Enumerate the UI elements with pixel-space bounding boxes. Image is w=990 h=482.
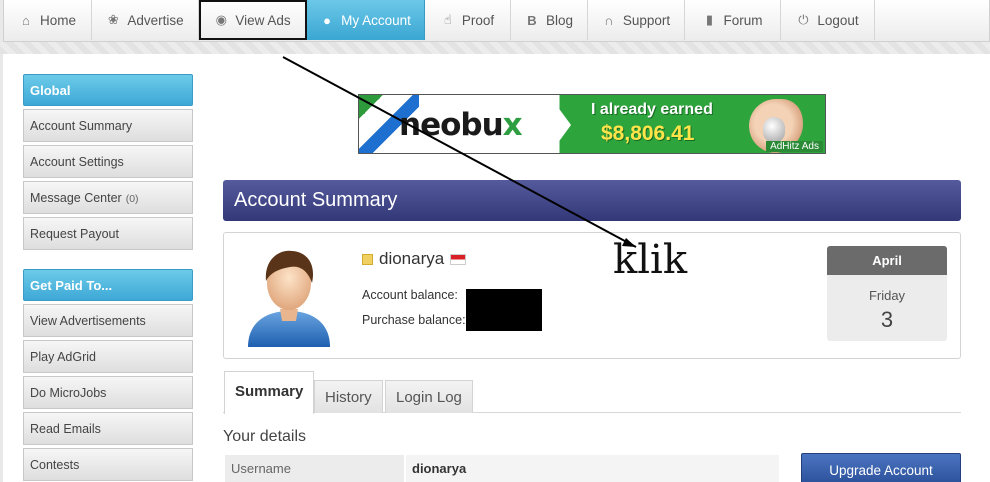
sidebar-item-label: Do MicroJobs [30, 386, 107, 400]
nav-forum-label: Forum [723, 12, 763, 28]
message-count: (0) [125, 193, 139, 205]
speech-bubble-icon: ▮ [705, 12, 714, 27]
calendar-month: April [827, 246, 947, 275]
sidebar-item-label: Play AdGrid [30, 350, 97, 364]
eye-icon: ◉ [215, 12, 228, 27]
mouse-icon [763, 117, 785, 143]
sidebar-item-view-advertisements[interactable]: View Advertisements [23, 304, 193, 337]
nav-support-label: Support [622, 12, 671, 28]
upgrade-account-button[interactable]: Upgrade Account [801, 453, 961, 482]
sidebar-item-account-summary[interactable]: Account Summary [23, 109, 193, 142]
nav-logout-label: Logout [817, 12, 859, 28]
nav-forum[interactable]: ▮ Forum [685, 0, 781, 40]
sidebar-item-read-emails[interactable]: Read Emails [23, 412, 193, 445]
sidebar-heading-get-paid-to: Get Paid To... [23, 269, 193, 301]
membership-badge-icon [362, 253, 373, 265]
nav-home-label: Home [39, 12, 76, 28]
nav-view-ads[interactable]: ◉ View Ads [199, 0, 307, 40]
user-icon: ● [323, 12, 332, 28]
details-heading: Your details [223, 428, 307, 445]
purchase-balance-label: Purchase balance: [362, 313, 466, 327]
banner-ad[interactable]: neobux I already earned $8,806.41 AdHitz… [358, 94, 826, 154]
tab-login-log[interactable]: Login Log [385, 380, 473, 413]
tab-history[interactable]: History [314, 380, 383, 413]
sidebar-item-label: Contests [30, 458, 80, 472]
avatar [248, 250, 330, 347]
nav-my-account-label: My Account [341, 12, 411, 28]
banner-chevron [549, 95, 571, 153]
sidebar-item-label: View Advertisements [30, 314, 146, 328]
sidebar-item-label: Account Summary [30, 119, 133, 133]
banner-amount: $8,806.41 [601, 122, 695, 145]
annotation-text: klik [613, 237, 688, 283]
username-label: Username [225, 455, 404, 482]
nav-proof-label: Proof [461, 12, 495, 28]
date-calendar: April Friday 3 [827, 246, 947, 341]
nav-proof[interactable]: ☝ Proof [425, 0, 511, 40]
pattern-divider [0, 42, 990, 54]
sidebar-item-request-payout[interactable]: Request Payout [23, 217, 193, 250]
home-icon: ⌂ [22, 12, 30, 28]
banner-earned-text: I already earned [591, 101, 713, 118]
nav-blog[interactable]: B Blog [511, 0, 588, 40]
sidebar-item-do-microjobs[interactable]: Do MicroJobs [23, 376, 193, 409]
sidebar-item-account-settings[interactable]: Account Settings [23, 145, 193, 178]
sidebar-item-label: Read Emails [30, 422, 101, 436]
headset-icon: ∩ [604, 12, 614, 28]
top-navigation: ⌂ Home ❀ Advertise ◉ View Ads ● My Accou… [3, 0, 990, 42]
bitcoin-b-icon: B [527, 12, 537, 28]
nav-advertise-label: Advertise [127, 12, 184, 28]
account-balance-label: Account balance: [362, 288, 458, 302]
calendar-weekday: Friday [868, 288, 906, 303]
sidebar-item-label: Message Center [30, 191, 122, 205]
sidebar-item-label: Request Payout [30, 227, 119, 241]
nav-home[interactable]: ⌂ Home [4, 0, 92, 40]
leaf-icon: ❀ [107, 12, 119, 27]
sidebar-item-message-center[interactable]: Message Center (0) [23, 181, 193, 214]
sidebar-item-label: Account Settings [30, 155, 124, 169]
nav-support[interactable]: ∩ Support [588, 0, 685, 40]
sidebar-item-contests[interactable]: Contests [23, 448, 193, 481]
nav-blog-label: Blog [545, 12, 574, 28]
adhitz-tag[interactable]: AdHitz Ads [766, 141, 823, 152]
tab-bar: Summary History Login Log [223, 371, 961, 414]
calendar-day: 3 [880, 307, 894, 332]
nav-advertise[interactable]: ❀ Advertise [92, 0, 199, 40]
page-title: Account Summary [223, 180, 961, 221]
sidebar-heading-global: Global [23, 74, 193, 106]
profile-card: dionarya Account balance: Purchase balan… [223, 232, 961, 359]
tab-summary[interactable]: Summary [224, 371, 315, 414]
nav-logout[interactable]: ⏻ Logout [781, 0, 875, 40]
balance-redaction [466, 289, 542, 331]
nav-view-ads-label: View Ads [235, 12, 291, 28]
sidebar-item-play-adgrid[interactable]: Play AdGrid [23, 340, 193, 373]
country-flag-icon [450, 253, 467, 265]
username-line: dionarya [362, 249, 467, 269]
sidebar: Global Account Summary Account Settings … [23, 74, 193, 481]
power-icon: ⏻ [798, 12, 809, 27]
username-value: dionarya [406, 455, 779, 482]
username: dionarya [379, 249, 445, 268]
banner-logo: neobux [399, 107, 523, 143]
nav-my-account[interactable]: ● My Account [307, 0, 425, 40]
thumbs-up-icon: ☝ [443, 12, 452, 27]
